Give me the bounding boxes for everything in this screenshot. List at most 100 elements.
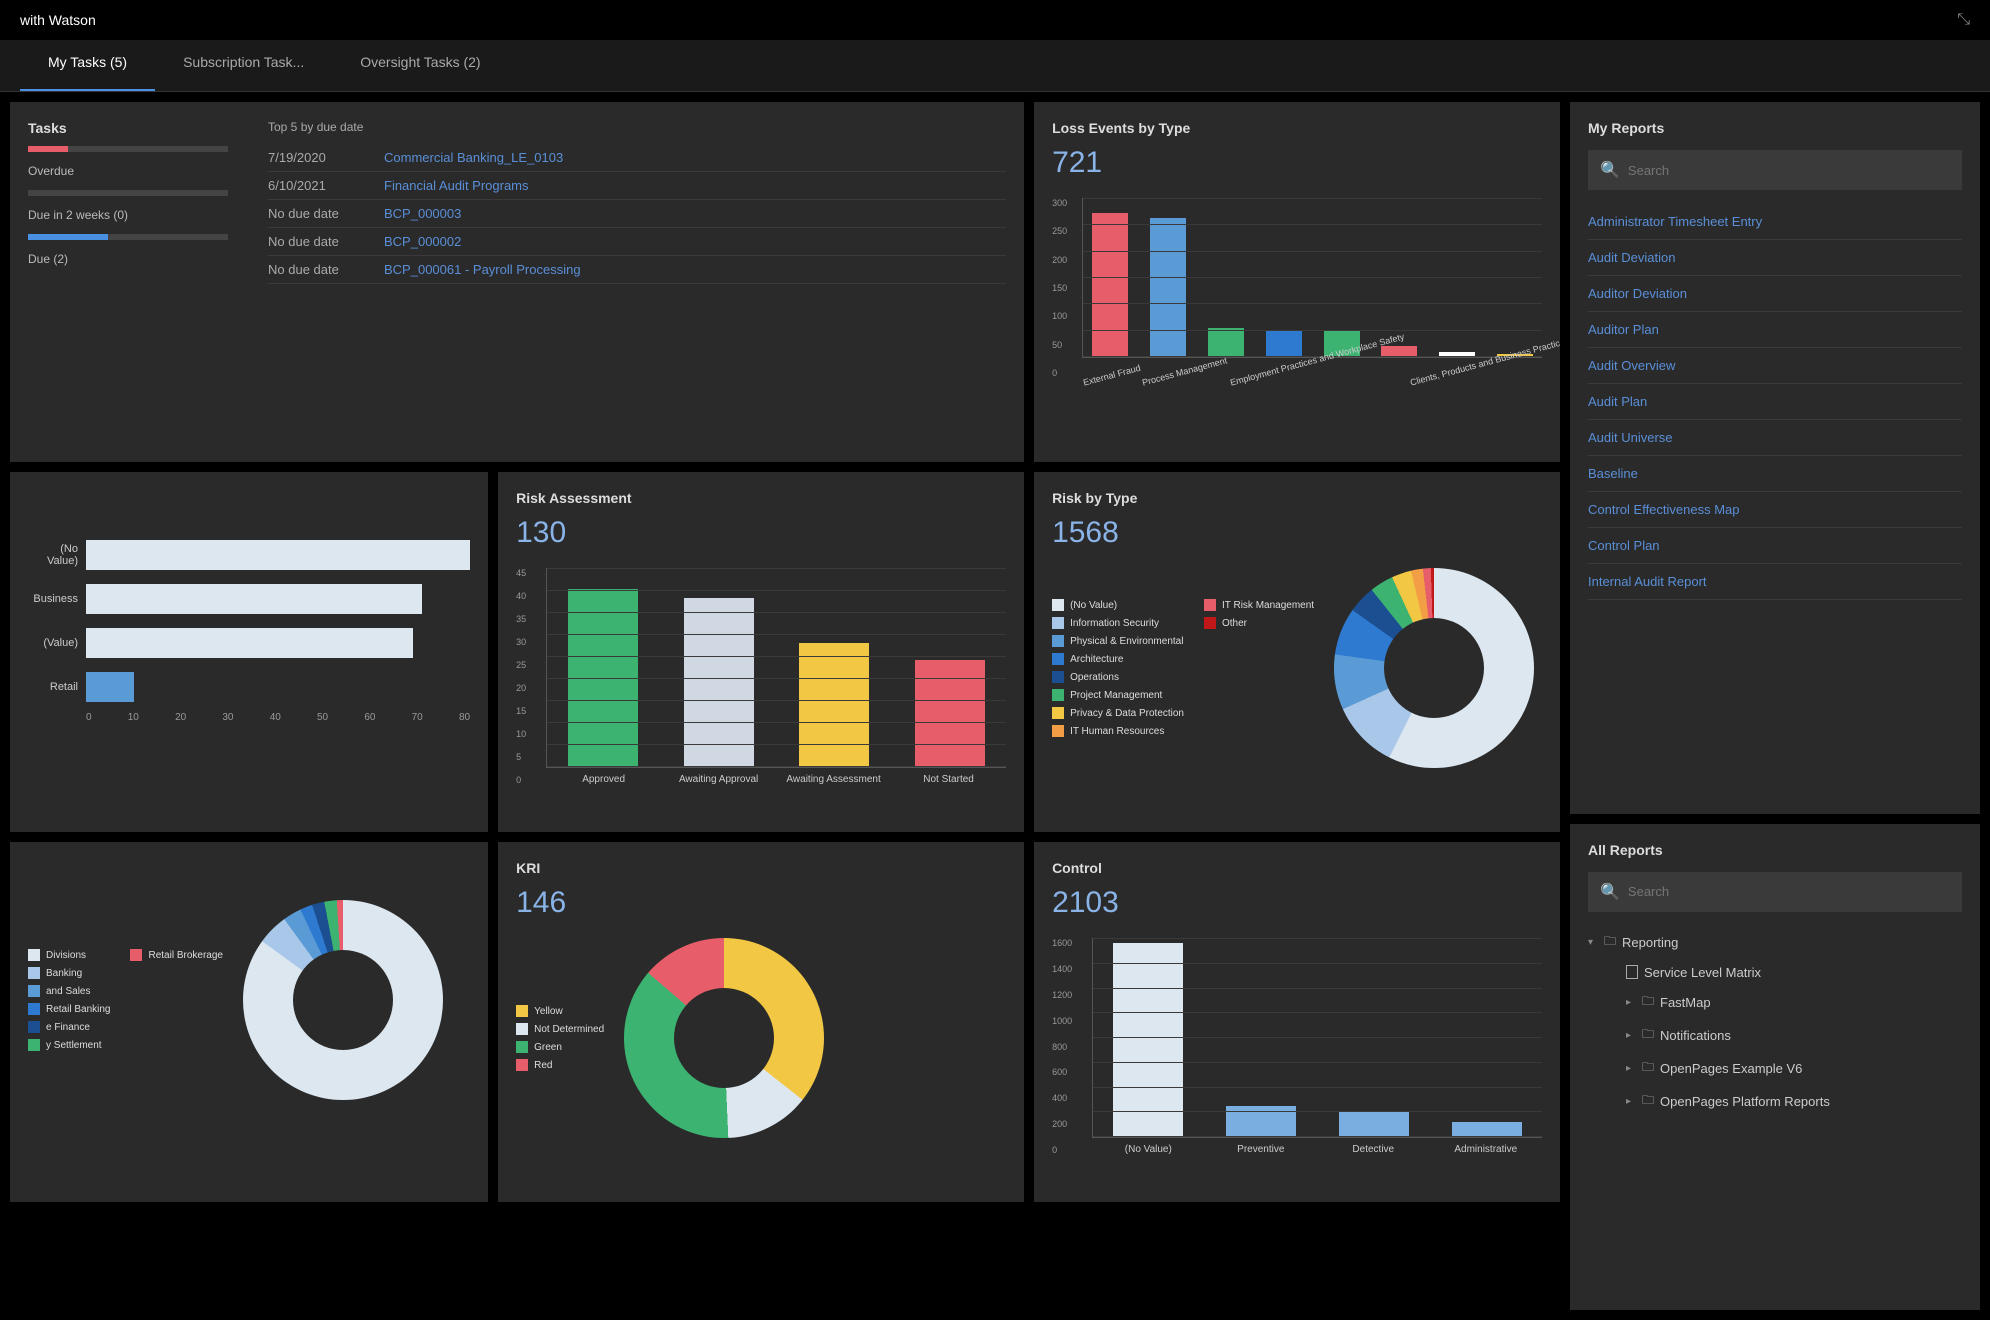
report-link[interactable]: Audit Universe	[1588, 420, 1962, 456]
report-link[interactable]: Auditor Deviation	[1588, 276, 1962, 312]
legend-item[interactable]: Information Security	[1052, 617, 1184, 629]
report-link[interactable]: Audit Plan	[1588, 384, 1962, 420]
legend-item[interactable]: Architecture	[1052, 653, 1184, 665]
chart-bar[interactable]	[1439, 352, 1475, 357]
legend-item[interactable]: Project Management	[1052, 689, 1184, 701]
report-link[interactable]: Audit Overview	[1588, 348, 1962, 384]
chevron-right-icon: ▸	[1626, 1096, 1636, 1107]
chart-bar[interactable]	[915, 660, 985, 767]
legend-label: Privacy & Data Protection	[1070, 708, 1184, 719]
legend-item[interactable]: Yellow	[516, 1005, 604, 1017]
task-link[interactable]: BCP_000061 - Payroll Processing	[384, 262, 581, 277]
tree-folder[interactable]: ▸🗀Notifications	[1588, 1019, 1962, 1052]
chart-bar[interactable]	[86, 628, 413, 658]
legend-swatch	[28, 985, 40, 997]
legend-item[interactable]: IT Human Resources	[1052, 725, 1184, 737]
task-link[interactable]: Financial Audit Programs	[384, 178, 529, 193]
tree-root[interactable]: ▾ 🗀 Reporting	[1588, 926, 1962, 959]
tree-folder[interactable]: ▸🗀OpenPages Example V6	[1588, 1052, 1962, 1085]
legend-item[interactable]: (No Value)	[1052, 599, 1184, 611]
report-link[interactable]: Administrator Timesheet Entry	[1588, 204, 1962, 240]
all-reports-title: All Reports	[1588, 842, 1962, 858]
chart-bar[interactable]	[86, 584, 422, 614]
chart-bar[interactable]	[1266, 330, 1302, 357]
my-reports-search[interactable]: 🔍	[1588, 150, 1962, 190]
risk-assessment-chart	[546, 568, 1006, 768]
panel-all-reports: All Reports 🔍 ▾ 🗀 Reporting Service Leve…	[1570, 824, 1980, 1310]
task-link[interactable]: BCP_000003	[384, 206, 461, 221]
task-link[interactable]: Commercial Banking_LE_0103	[384, 150, 563, 165]
panel-left-donut: Divisions Banking and Sales Retail Banking e…	[10, 842, 488, 1202]
tree-folder[interactable]: ▸🗀FastMap	[1588, 986, 1962, 1019]
folder-icon: 🗀	[1642, 1091, 1654, 1112]
report-link[interactable]: Auditor Plan	[1588, 312, 1962, 348]
legend-item[interactable]: e Finance	[28, 1021, 110, 1033]
report-link[interactable]: Internal Audit Report	[1588, 564, 1962, 600]
legend-label: Architecture	[1070, 654, 1123, 665]
chart-bar[interactable]	[1226, 1106, 1296, 1137]
chart-bar-label: Approved	[546, 774, 661, 785]
loss-events-title: Loss Events by Type	[1052, 120, 1542, 136]
chart-bar[interactable]	[1339, 1112, 1409, 1137]
chart-bar[interactable]	[1381, 346, 1417, 357]
collapse-icon[interactable]: ⤡	[1957, 11, 1970, 29]
legend-label: Information Security	[1070, 618, 1159, 629]
legend-item[interactable]: Operations	[1052, 671, 1184, 683]
legend-item[interactable]: Divisions	[28, 949, 110, 961]
chart-bar[interactable]	[86, 540, 470, 570]
legend-item[interactable]: Retail Banking	[28, 1003, 110, 1015]
chart-bar[interactable]	[1150, 218, 1186, 357]
tree-folder-label: OpenPages Platform Reports	[1660, 1094, 1830, 1109]
legend-swatch	[28, 1021, 40, 1033]
chart-bar[interactable]	[568, 589, 638, 767]
hbar-row: Retail	[28, 672, 470, 702]
tab-oversight[interactable]: Oversight Tasks (2)	[332, 40, 508, 91]
legend-swatch	[1052, 653, 1064, 665]
report-link[interactable]: Control Plan	[1588, 528, 1962, 564]
report-link[interactable]: Audit Deviation	[1588, 240, 1962, 276]
legend-item[interactable]: Not Determined	[516, 1023, 604, 1035]
tree-folder[interactable]: ▸ 🗀 OpenPages Platform Reports	[1588, 1085, 1962, 1118]
legend-item[interactable]: Green	[516, 1041, 604, 1053]
all-reports-search-input[interactable]	[1628, 884, 1950, 899]
all-reports-search[interactable]: 🔍	[1588, 872, 1962, 912]
search-icon: 🔍	[1600, 882, 1620, 902]
tree-doc[interactable]: Service Level Matrix	[1588, 959, 1962, 986]
tab-subscription[interactable]: Subscription Task...	[155, 40, 332, 91]
folder-icon: 🗀	[1642, 1058, 1654, 1079]
legend-item[interactable]: y Settlement	[28, 1039, 110, 1051]
legend-item[interactable]: IT Risk Management	[1204, 599, 1314, 611]
legend-item[interactable]: and Sales	[28, 985, 110, 997]
legend-item[interactable]: Physical & Environmental	[1052, 635, 1184, 647]
chart-bar[interactable]	[1113, 943, 1183, 1137]
tab-my-tasks[interactable]: My Tasks (5)	[20, 40, 155, 91]
report-link[interactable]: Control Effectiveness Map	[1588, 492, 1962, 528]
control-chart	[1092, 938, 1542, 1138]
chart-bar-label: Not Started	[891, 774, 1006, 785]
chart-bar[interactable]	[1092, 213, 1128, 357]
chart-bar[interactable]	[86, 672, 134, 702]
legend-item[interactable]: Privacy & Data Protection	[1052, 707, 1184, 719]
chart-bar[interactable]	[1208, 328, 1244, 357]
my-reports-search-input[interactable]	[1628, 163, 1950, 178]
legend-swatch	[1052, 635, 1064, 647]
chart-bar[interactable]	[799, 643, 869, 767]
legend-label: IT Risk Management	[1222, 600, 1314, 611]
legend-label: e Finance	[46, 1022, 90, 1033]
risk-assessment-title: Risk Assessment	[516, 490, 1006, 506]
legend-item[interactable]: Retail Brokerage	[130, 949, 222, 961]
legend-swatch	[28, 949, 40, 961]
legend-swatch	[1204, 617, 1216, 629]
chart-bar-label: (No Value)	[1092, 1144, 1204, 1155]
task-row: No due dateBCP_000061 - Payroll Processi…	[268, 256, 1006, 284]
chart-bar[interactable]	[684, 598, 754, 767]
task-date: No due date	[268, 234, 368, 249]
risk-by-type-title: Risk by Type	[1052, 490, 1542, 506]
legend-item[interactable]: Banking	[28, 967, 110, 979]
legend-label: Retail Brokerage	[148, 950, 222, 961]
legend-item[interactable]: Red	[516, 1059, 604, 1071]
task-link[interactable]: BCP_000002	[384, 234, 461, 249]
legend-item[interactable]: Other	[1204, 617, 1314, 629]
chart-bar[interactable]	[1452, 1122, 1522, 1137]
report-link[interactable]: Baseline	[1588, 456, 1962, 492]
